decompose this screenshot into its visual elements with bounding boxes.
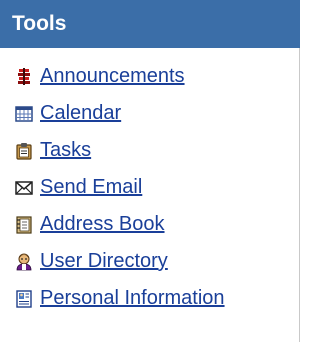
id-card-icon bbox=[15, 289, 33, 308]
user-directory-icon bbox=[15, 253, 33, 271]
announcement-icon bbox=[15, 67, 33, 86]
tools-list: Announcements Calendar Tasks Send Email … bbox=[0, 48, 300, 317]
tasks-link[interactable]: Tasks bbox=[40, 139, 91, 162]
tool-item-send-email[interactable]: Send Email bbox=[0, 169, 300, 206]
calendar-icon bbox=[15, 105, 33, 123]
clipboard-icon bbox=[15, 142, 33, 160]
tool-item-personal-information[interactable]: Personal Information bbox=[0, 280, 300, 317]
envelope-icon bbox=[15, 179, 33, 197]
tool-item-announcements[interactable]: Announcements bbox=[0, 58, 300, 95]
tools-panel-header: Tools bbox=[0, 0, 300, 48]
address-book-link[interactable]: Address Book bbox=[40, 213, 165, 236]
personal-information-link[interactable]: Personal Information bbox=[40, 287, 225, 310]
send-email-link[interactable]: Send Email bbox=[40, 176, 142, 199]
tool-item-tasks[interactable]: Tasks bbox=[0, 132, 300, 169]
tool-item-calendar[interactable]: Calendar bbox=[0, 95, 300, 132]
address-book-icon bbox=[15, 215, 33, 234]
tool-item-user-directory[interactable]: User Directory bbox=[0, 243, 300, 280]
calendar-link[interactable]: Calendar bbox=[40, 102, 121, 125]
tools-panel: Tools Announcements Calendar Tasks Send … bbox=[0, 0, 300, 342]
tool-item-address-book[interactable]: Address Book bbox=[0, 206, 300, 243]
user-directory-link[interactable]: User Directory bbox=[40, 250, 168, 273]
panel-title: Tools bbox=[12, 12, 67, 35]
announcements-link[interactable]: Announcements bbox=[40, 65, 185, 88]
